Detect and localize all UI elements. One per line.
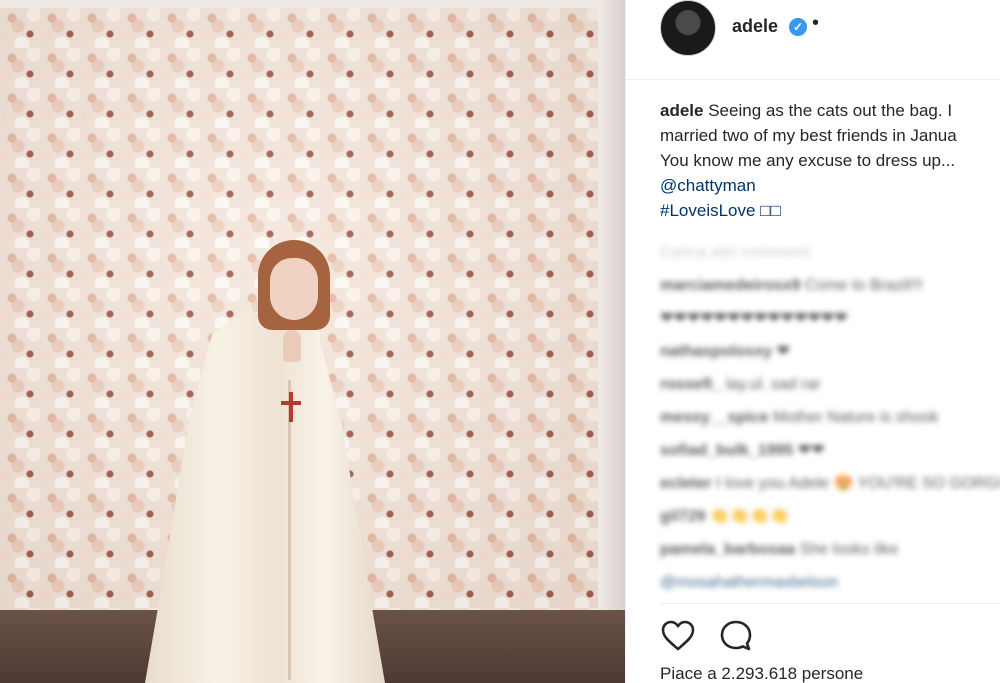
caption-text-3: You know me any excuse to dress up... [660, 151, 956, 170]
comment-list: Carica altri commenti marciamedeirosx9 C… [660, 236, 1000, 599]
heart-icon[interactable] [660, 618, 696, 654]
comment-item: sofiad_bulk_1995 ❤❤ [660, 434, 1000, 467]
username-link[interactable]: adele [732, 16, 778, 37]
post-actions [660, 618, 772, 654]
post-side-panel: adele ✓ • adele Seeing as the cats out t… [625, 0, 1000, 683]
comment-text: ❤❤ [797, 442, 825, 459]
actions-divider [660, 603, 1000, 604]
header-separator: • [812, 12, 820, 34]
comment-user[interactable]: nathaspolosxy [660, 343, 772, 360]
white-cape [145, 312, 385, 683]
caption-mention[interactable]: @chattyman [660, 173, 1000, 198]
comment-user[interactable]: messy__spice [660, 409, 769, 426]
comment-item: rossefi_ lay.ul. sad rar [660, 368, 1000, 401]
comment-item: @mosahathermaxbelson [660, 566, 1000, 599]
caption-line-1: adele Seeing as the cats out the bag. I [660, 98, 1000, 123]
caption-text-2: married two of my best friends in Janua [660, 126, 957, 145]
comment-user[interactable]: rossefi_ [660, 376, 721, 393]
comment-text: She looks like [799, 541, 899, 558]
verified-badge-icon: ✓ [789, 18, 807, 36]
comment-text: 👏👏👏👏 [709, 508, 790, 525]
comment-text: ❤ [776, 343, 790, 360]
clasped-hands [283, 330, 301, 362]
comment-user[interactable]: marciamedeirosx9 [660, 277, 801, 294]
comment-text: lay.ul. sad rar [725, 376, 821, 393]
caption-hashtag[interactable]: #LoveisLove □□ [660, 198, 1000, 223]
comment-item: marciamedeirosx9 Come to Brazil!!! [660, 269, 1000, 302]
caption-username[interactable]: adele [660, 101, 703, 120]
load-more-comments[interactable]: Carica altri commenti [660, 236, 1000, 269]
avatar[interactable] [660, 0, 716, 56]
comment-user[interactable]: ecleter [660, 475, 712, 492]
caption-text-1: Seeing as the cats out the bag. I [708, 101, 953, 120]
comment-item: gil729 👏👏👏👏 [660, 500, 1000, 533]
comment-user[interactable]: sofiad_bulk_1995 [660, 442, 793, 459]
likes-count[interactable]: Piace a 2.293.618 persone [660, 664, 863, 683]
post-header: adele ✓ • [626, 0, 1000, 80]
comment-item: pamela_barbosaa She looks like [660, 533, 1000, 566]
person-figure [0, 0, 625, 683]
comment-icon[interactable] [718, 618, 754, 654]
robe-seam [288, 380, 291, 680]
comment-item: nathaspolosxy ❤ [660, 335, 1000, 368]
post-caption: adele Seeing as the cats out the bag. I … [660, 98, 1000, 223]
comment-user[interactable]: gil729 [660, 508, 705, 525]
comment-item: ecleter I love you Adele 😍 YOU'RE SO GOR… [660, 467, 1000, 500]
red-cross-emblem [281, 392, 301, 422]
post-photo[interactable] [0, 0, 625, 683]
comment-user[interactable]: pamela_barbosaa [660, 541, 795, 558]
comment-mention[interactable]: @mosahathermaxbelson [660, 574, 838, 591]
face [270, 258, 318, 320]
comment-text: I love you Adele 😍 YOU'RE SO GORGEOUS 😍 [716, 475, 1000, 492]
comment-text: Come to Brazil!!! [804, 277, 924, 294]
comment-item: ❤❤❤❤❤❤❤❤❤❤❤❤❤❤ [660, 302, 1000, 335]
comment-item: messy__spice Mother Nature is shook [660, 401, 1000, 434]
comment-text: ❤❤❤❤❤❤❤❤❤❤❤❤❤❤ [660, 310, 848, 327]
comment-text: Mother Nature is shook [772, 409, 939, 426]
